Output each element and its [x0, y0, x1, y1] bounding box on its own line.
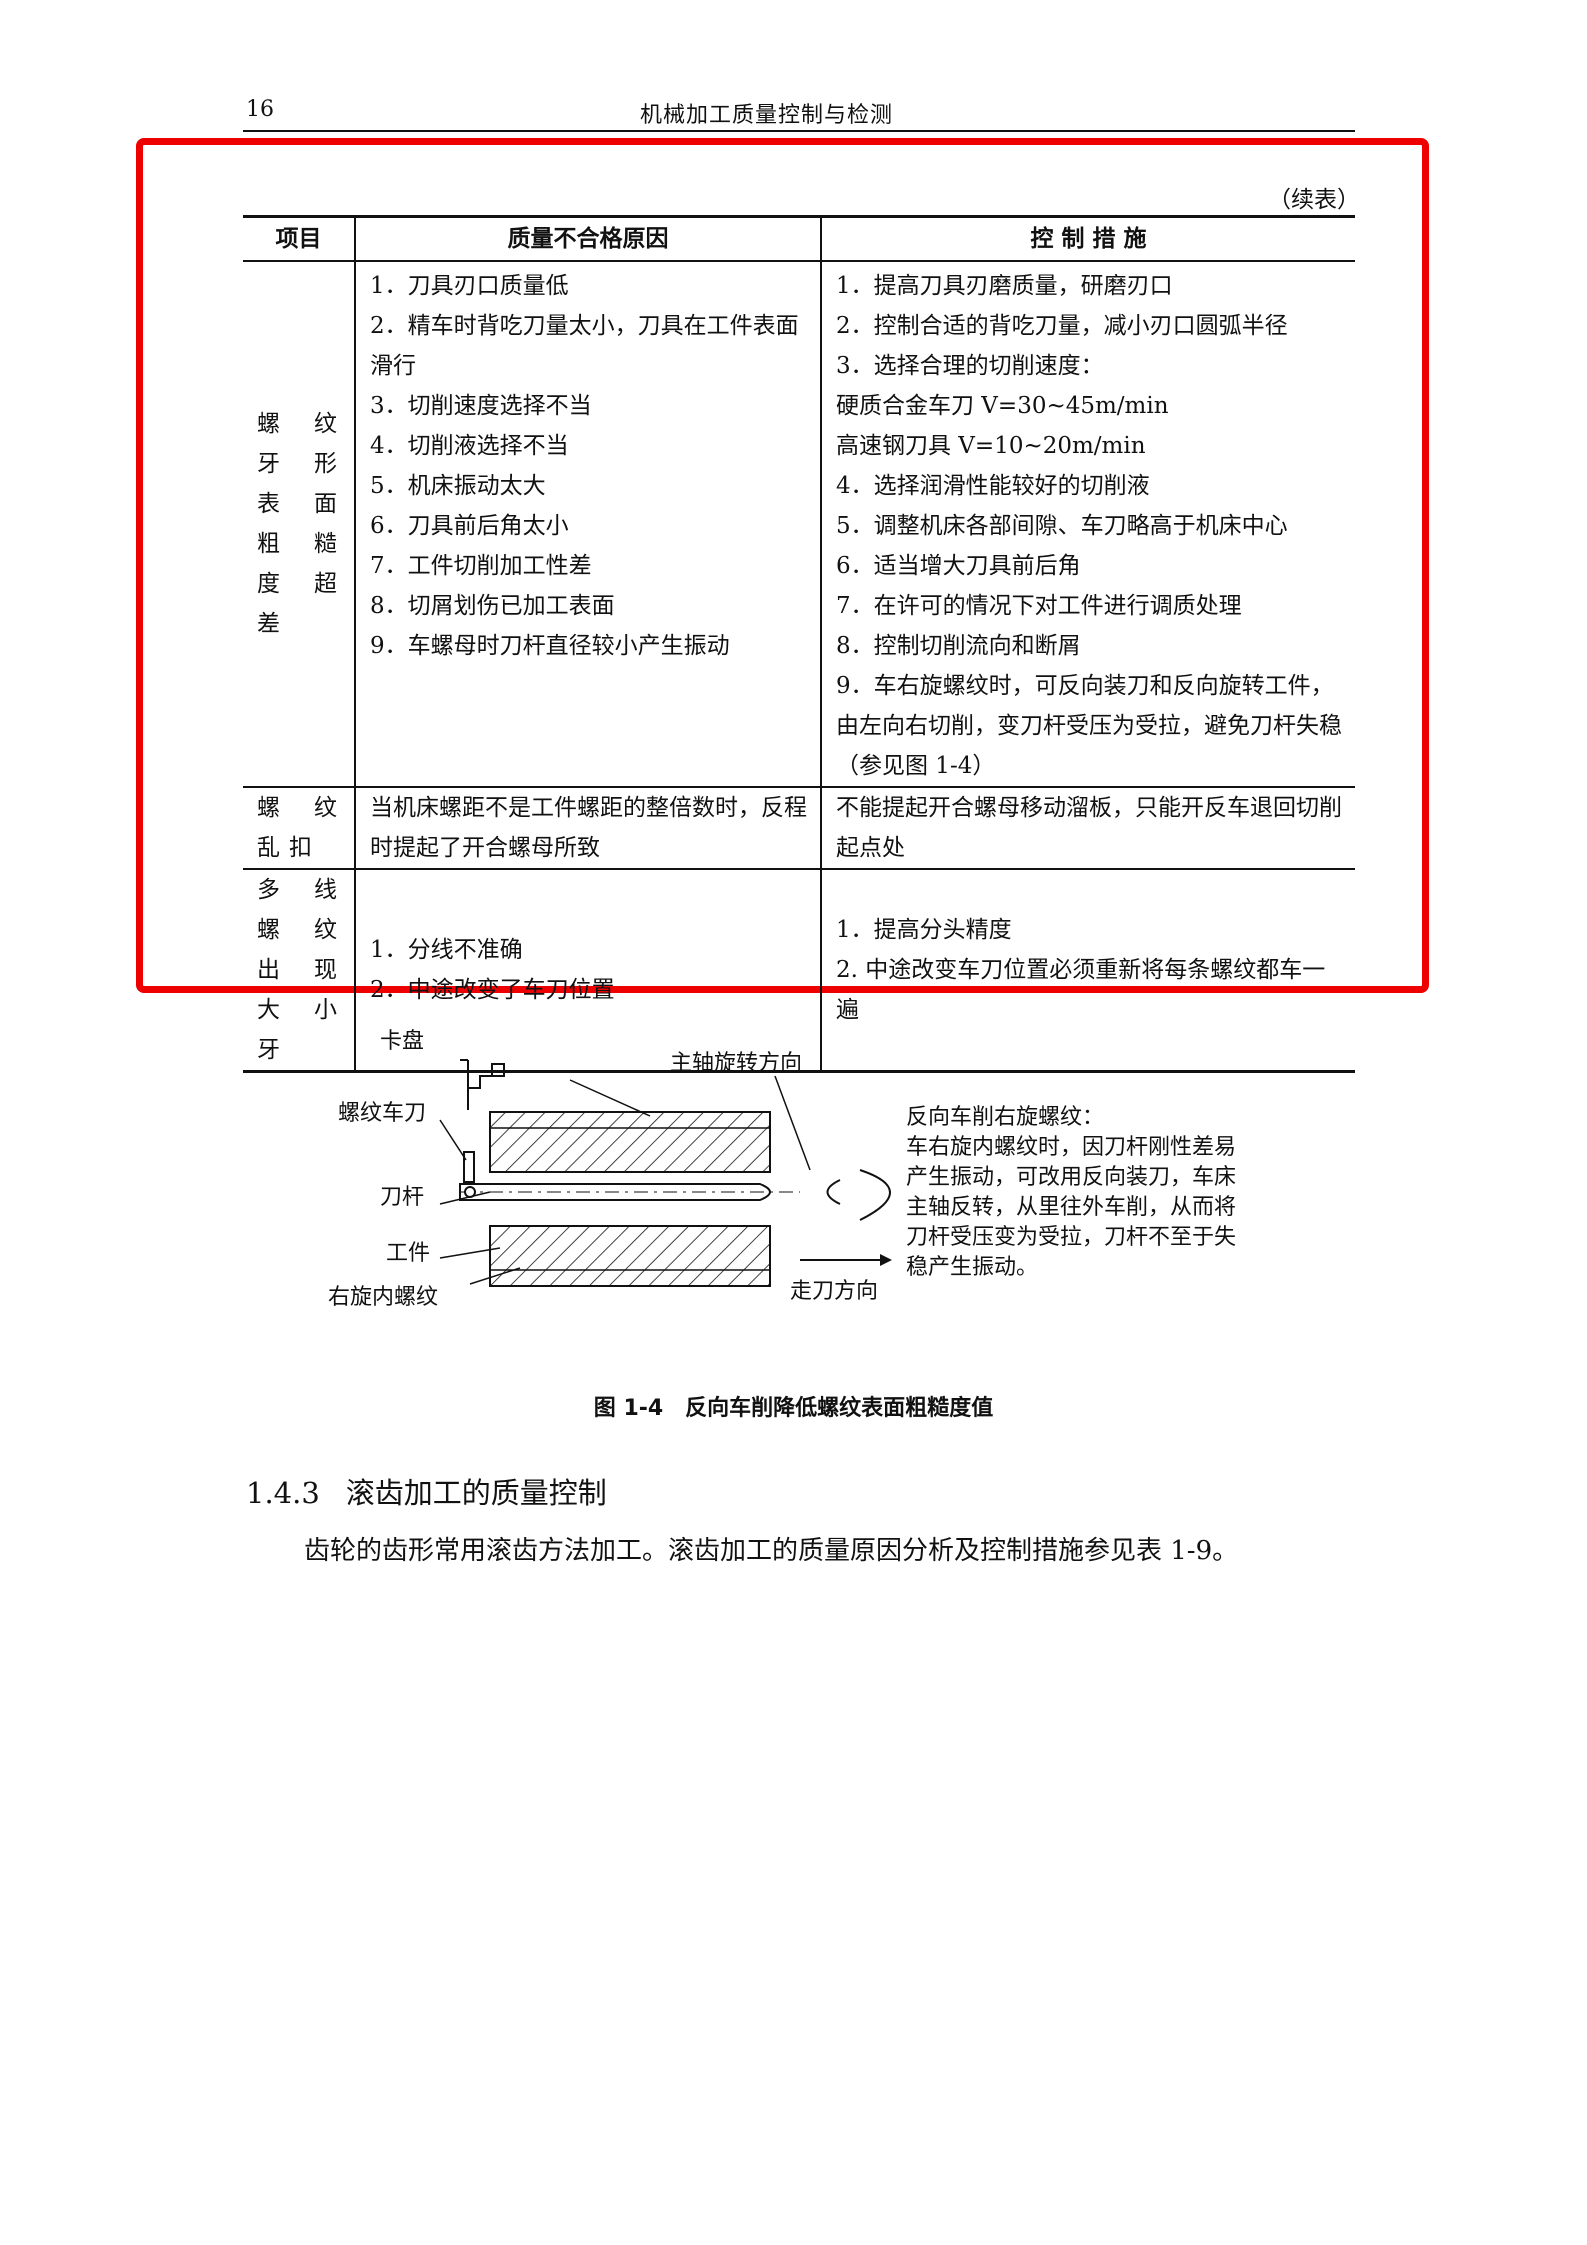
measure-line: 7．在许可的情况下对工件进行调质处理: [836, 593, 1242, 619]
measure-line: 4．选择润滑性能较好的切削液: [836, 473, 1150, 499]
cause-line: 7．工件切削加工性差: [370, 553, 592, 579]
figure-note-line: 车右旋内螺纹时，因刀杆刚性差易: [906, 1135, 1236, 1160]
page-number: 16: [246, 97, 274, 122]
row-item: 螺纹牙形表面粗糙度超差: [243, 261, 356, 788]
column-header-cause: 质量不合格原因: [354, 215, 822, 262]
header-rule: [243, 130, 1355, 132]
measure-line: 2. 中途改变车刀位置必须重新将每条螺纹都车一遍: [836, 957, 1326, 1023]
chuck-shape: [467, 1063, 505, 1110]
cause-line: 1．分线不准确: [370, 937, 523, 963]
measure-line: 硬质合金车刀 V=30~45m/min: [836, 393, 1169, 419]
label-feed-direction: 走刀方向: [790, 1279, 878, 1304]
measure-line: 6．适当增大刀具前后角: [836, 553, 1081, 579]
measure-line: 8．控制切削流向和断屑: [836, 633, 1081, 659]
quality-control-table: 项目 质量不合格原因 控 制 措 施 螺纹牙形表面粗糙度超差 1．刀具刃口质量低…: [243, 215, 1355, 1073]
measure-line: 1．提高刀具刃磨质量，研磨刃口: [836, 273, 1173, 299]
label-thread-tool: 螺纹车刀: [338, 1101, 426, 1126]
table-row: 螺纹乱扣 当机床螺距不是工件螺距的整倍数时，反程时提起了开合螺母所致 不能提起开…: [243, 787, 1355, 870]
cause-line: 8．切屑划伤已加工表面: [370, 593, 615, 619]
section-number: 1.4.3: [246, 1476, 320, 1510]
running-header-title: 机械加工质量控制与检测: [640, 103, 894, 128]
cause-line: 当机床螺距不是工件螺距的整倍数时，反程时提起了开合螺母所致: [370, 795, 807, 861]
workpiece-bottom: [489, 1225, 771, 1287]
measure-line: 3．选择合理的切削速度：: [836, 353, 1104, 379]
figure-note-line: 稳产生振动。: [906, 1255, 1038, 1280]
figure-note-line: 反向车削右旋螺纹：: [906, 1105, 1104, 1130]
measure-line: 9．车右旋螺纹时，可反向装刀和反向旋转工件，由左向右切削，变刀杆受压为受拉，避免…: [836, 673, 1342, 779]
table-header-row: 项目 质量不合格原因 控 制 措 施: [243, 215, 1355, 262]
column-header-item: 项目: [243, 215, 356, 262]
label-spindle-direction: 主轴旋转方向: [670, 1051, 802, 1076]
figure-reverse-turning: 卡盘 螺纹车刀 刀杆 工件 右旋内螺纹 主轴旋转方向 走刀方向 反向车削右旋螺纹…: [328, 1029, 1236, 1310]
body-paragraph: 齿轮的齿形常用滚齿方法加工。滚齿加工的质量原因分析及控制措施参见表 1-9。: [304, 1536, 1239, 1566]
figure-caption: 图 1-4 反向车削降低螺纹表面粗糙度值: [593, 1396, 994, 1421]
cause-list: 当机床螺距不是工件螺距的整倍数时，反程时提起了开合螺母所致: [354, 787, 822, 870]
cause-line: 6．刀具前后角太小: [370, 513, 569, 539]
cause-line: 1．刀具刃口质量低: [370, 273, 569, 299]
section-heading: 1.4.3 滚齿加工的质量控制: [246, 1470, 607, 1512]
table-row: 螺纹牙形表面粗糙度超差 1．刀具刃口质量低 2．精车时背吃刀量太小，刀具在工件表…: [243, 261, 1355, 788]
measure-list: 1．提高刀具刃磨质量，研磨刃口 2．控制合适的背吃刀量，减小刃口圆弧半径 3．选…: [820, 261, 1355, 788]
label-rh-internal-thread: 右旋内螺纹: [328, 1285, 438, 1310]
cause-list: 1．刀具刃口质量低 2．精车时背吃刀量太小，刀具在工件表面滑行 3．切削速度选择…: [354, 261, 822, 788]
measure-list: 不能提起开合螺母移动溜板，只能开反车退回切削起点处: [820, 787, 1355, 870]
measure-line: 高速钢刀具 V=10~20m/min: [836, 433, 1146, 459]
figure-note-line: 刀杆受压变为受拉，刀杆不至于失: [906, 1225, 1236, 1250]
measure-line: 2．控制合适的背吃刀量，减小刃口圆弧半径: [836, 313, 1288, 339]
cause-line: 5．机床振动太大: [370, 473, 546, 499]
column-header-measure: 控 制 措 施: [820, 215, 1355, 262]
figure-note-line: 产生振动，可改用反向装刀，车床: [906, 1165, 1236, 1190]
measure-line: 1．提高分头精度: [836, 917, 1012, 943]
label-workpiece: 工件: [386, 1241, 430, 1266]
label-chuck: 卡盘: [380, 1029, 424, 1054]
cause-line: 9．车螺母时刀杆直径较小产生振动: [370, 633, 730, 659]
thread-tool-shape: [463, 1151, 475, 1183]
label-tool-bar: 刀杆: [380, 1185, 424, 1210]
cause-line: 4．切削液选择不当: [370, 433, 569, 459]
rotation-arrow: [859, 1169, 891, 1221]
cause-line: 3．切削速度选择不当: [370, 393, 592, 419]
cause-line: 2．精车时背吃刀量太小，刀具在工件表面滑行: [370, 313, 799, 379]
measure-line: 不能提起开合螺母移动溜板，只能开反车退回切削起点处: [836, 795, 1342, 861]
section-title: 滚齿加工的质量控制: [345, 1476, 607, 1510]
measure-line: 5．调整机床各部间隙、车刀略高于机床中心: [836, 513, 1288, 539]
figure-note-line: 主轴反转，从里往外车削，从而将: [906, 1195, 1236, 1220]
row-item: 螺纹乱扣: [243, 787, 356, 870]
continued-label: （续表）: [1268, 187, 1360, 213]
cause-line: 2．中途改变了车刀位置: [370, 977, 615, 1003]
workpiece-top: [489, 1111, 771, 1173]
